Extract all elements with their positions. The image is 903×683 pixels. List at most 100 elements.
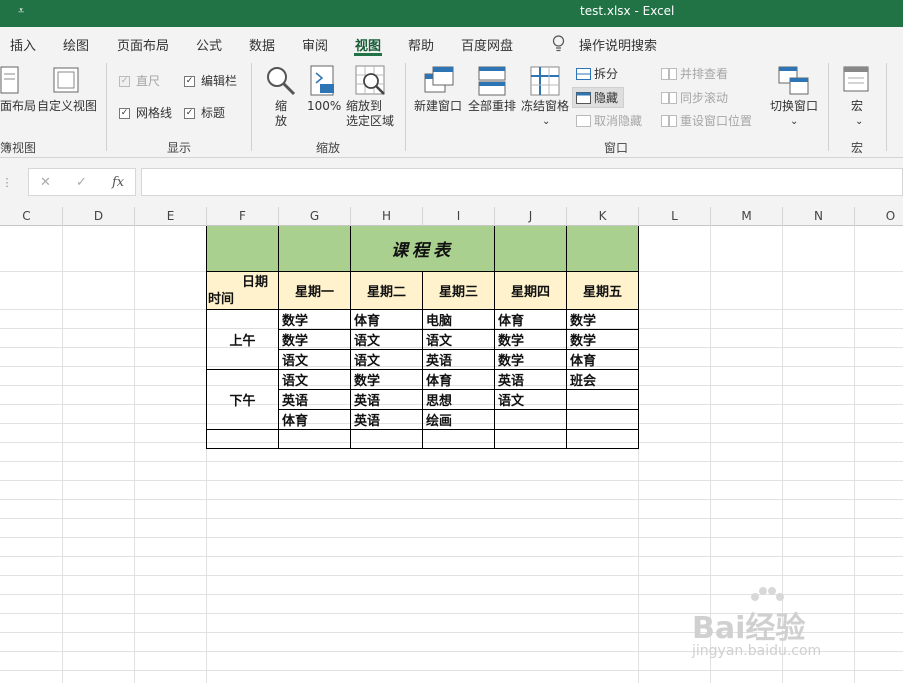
- zoom-to-selection-button[interactable]: 缩放到 选定区域: [346, 99, 396, 129]
- empty-cell[interactable]: [278, 429, 351, 449]
- new-window-button[interactable]: 新建窗口: [414, 99, 462, 114]
- custom-views-button[interactable]: 自定义视图: [37, 99, 97, 114]
- class-cell[interactable]: 语文: [494, 389, 567, 410]
- empty-cell[interactable]: [566, 429, 639, 449]
- split-button[interactable]: 拆分: [594, 67, 618, 82]
- formula-bar-checkbox[interactable]: ✓: [184, 76, 195, 87]
- tab-formulas[interactable]: 公式: [196, 35, 222, 54]
- zoom-100-icon[interactable]: [309, 65, 337, 97]
- class-cell[interactable]: 数学: [494, 349, 567, 370]
- class-cell[interactable]: 数学: [494, 329, 567, 350]
- morning-label[interactable]: 上午: [206, 309, 279, 370]
- macros-icon[interactable]: [843, 66, 871, 94]
- page-layout-view-button[interactable]: 面布局: [0, 99, 36, 114]
- cell-g1[interactable]: [278, 226, 351, 272]
- day-header-wed[interactable]: 星期三: [422, 271, 495, 310]
- timetable-title[interactable]: 课程表: [350, 226, 495, 272]
- arrange-all-icon[interactable]: [478, 66, 506, 96]
- class-cell[interactable]: 数学: [350, 369, 423, 390]
- tab-draw[interactable]: 绘图: [63, 35, 89, 54]
- zoom-100-button[interactable]: 100%: [307, 99, 341, 114]
- enter-icon[interactable]: ✓: [76, 175, 87, 190]
- quick-access-dropdown-icon[interactable]: ⩡: [18, 4, 24, 18]
- zoom-button[interactable]: 缩 放: [275, 99, 287, 129]
- view-side-by-side-button[interactable]: 并排查看: [680, 67, 728, 82]
- class-cell[interactable]: 英语: [350, 389, 423, 410]
- column-header-n[interactable]: N: [783, 207, 855, 226]
- tab-data[interactable]: 数据: [249, 35, 275, 54]
- class-cell[interactable]: 语文: [350, 329, 423, 350]
- tab-view[interactable]: 视图: [355, 35, 381, 54]
- class-cell[interactable]: 英语: [494, 369, 567, 390]
- class-cell[interactable]: 体育: [494, 309, 567, 330]
- column-header-l[interactable]: L: [639, 207, 711, 226]
- column-header-k[interactable]: K: [567, 207, 639, 226]
- class-cell[interactable]: 语文: [278, 369, 351, 390]
- empty-cell[interactable]: [494, 429, 567, 449]
- class-cell[interactable]: 体育: [278, 409, 351, 430]
- class-cell[interactable]: 语文: [422, 329, 495, 350]
- class-cell[interactable]: 英语: [278, 389, 351, 410]
- tell-me-search[interactable]: 操作说明搜索: [579, 35, 657, 54]
- tab-review[interactable]: 审阅: [302, 35, 328, 54]
- chevron-down-icon[interactable]: ⌄: [855, 114, 863, 129]
- name-box-grip[interactable]: ⋮: [0, 171, 14, 195]
- class-cell[interactable]: 数学: [566, 309, 639, 330]
- chevron-down-icon[interactable]: ⌄: [790, 114, 798, 129]
- cell-k1[interactable]: [566, 226, 639, 272]
- class-cell[interactable]: 数学: [278, 309, 351, 330]
- class-cell[interactable]: 体育: [350, 309, 423, 330]
- hide-button[interactable]: 隐藏: [594, 91, 618, 106]
- unhide-button[interactable]: 取消隐藏: [594, 114, 642, 129]
- day-header-tue[interactable]: 星期二: [350, 271, 423, 310]
- formula-input[interactable]: [141, 168, 903, 196]
- column-header-f[interactable]: F: [207, 207, 279, 226]
- class-cell[interactable]: 数学: [278, 329, 351, 350]
- class-cell[interactable]: 语文: [278, 349, 351, 370]
- reset-window-position-button[interactable]: 重设窗口位置: [680, 114, 752, 129]
- insert-function-icon[interactable]: fx: [112, 175, 124, 190]
- tab-page-layout[interactable]: 页面布局: [117, 35, 169, 54]
- date-time-header[interactable]: 日期 时间: [206, 271, 279, 310]
- class-cell[interactable]: 思想: [422, 389, 495, 410]
- column-header-i[interactable]: I: [423, 207, 495, 226]
- ruler-checkbox[interactable]: ✓: [119, 76, 130, 87]
- class-cell[interactable]: 电脑: [422, 309, 495, 330]
- tab-insert[interactable]: 插入: [10, 35, 36, 54]
- column-header-e[interactable]: E: [135, 207, 207, 226]
- empty-cell[interactable]: [206, 429, 279, 449]
- afternoon-label[interactable]: 下午: [206, 369, 279, 430]
- cell-j1[interactable]: [494, 226, 567, 272]
- freeze-panes-button[interactable]: 冻结窗格: [521, 99, 569, 114]
- column-header-c[interactable]: C: [0, 207, 63, 226]
- switch-windows-icon[interactable]: [778, 66, 810, 96]
- zoom-magnifier-icon[interactable]: [265, 65, 297, 97]
- chevron-down-icon[interactable]: ⌄: [542, 114, 550, 129]
- tab-help[interactable]: 帮助: [408, 35, 434, 54]
- class-cell[interactable]: [494, 409, 567, 430]
- new-window-icon[interactable]: [424, 66, 454, 96]
- page-layout-view-icon[interactable]: [0, 66, 20, 94]
- class-cell[interactable]: 数学: [566, 329, 639, 350]
- column-header-j[interactable]: J: [495, 207, 567, 226]
- class-cell[interactable]: 班会: [566, 369, 639, 390]
- class-cell[interactable]: [566, 409, 639, 430]
- synchronous-scrolling-button[interactable]: 同步滚动: [680, 91, 728, 106]
- column-header-m[interactable]: M: [711, 207, 783, 226]
- empty-cell[interactable]: [422, 429, 495, 449]
- custom-views-icon[interactable]: [52, 66, 82, 94]
- freeze-panes-icon[interactable]: [530, 66, 560, 96]
- empty-cell[interactable]: [350, 429, 423, 449]
- class-cell[interactable]: 语文: [350, 349, 423, 370]
- arrange-all-button[interactable]: 全部重排: [468, 99, 516, 114]
- day-header-fri[interactable]: 星期五: [566, 271, 639, 310]
- cancel-icon[interactable]: ✕: [40, 175, 51, 190]
- cell-f1[interactable]: [206, 226, 279, 272]
- class-cell[interactable]: 绘画: [422, 409, 495, 430]
- headings-checkbox[interactable]: ✓: [184, 108, 195, 119]
- column-header-g[interactable]: G: [279, 207, 351, 226]
- class-cell[interactable]: 体育: [422, 369, 495, 390]
- macros-button[interactable]: 宏: [851, 99, 863, 114]
- class-cell[interactable]: 体育: [566, 349, 639, 370]
- switch-windows-button[interactable]: 切换窗口: [770, 99, 818, 114]
